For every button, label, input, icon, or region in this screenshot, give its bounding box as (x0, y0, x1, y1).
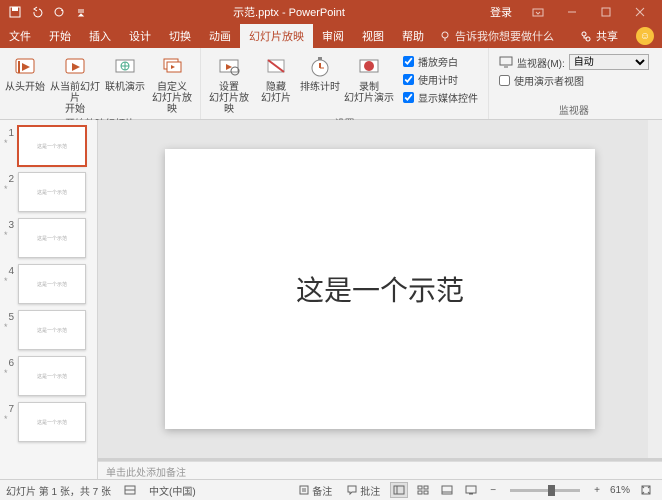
from-beginning-icon (12, 54, 38, 80)
tell-me-search[interactable]: 告诉我你想要做什么 (433, 28, 554, 44)
timing-checkbox[interactable]: 使用计时 (403, 72, 478, 87)
setup-show-label: 设置 幻灯片放映 (205, 82, 253, 115)
notes-icon (298, 484, 310, 496)
from-beginning-label: 从头开始 (5, 82, 45, 93)
rehearse-icon (307, 54, 333, 80)
hide-slide-icon (263, 54, 289, 80)
presenter-view-checkbox[interactable]: 使用演示者视图 (499, 73, 649, 88)
zoom-slider[interactable] (510, 489, 580, 492)
present-online-label: 联机演示 (105, 82, 145, 93)
sorter-view-button[interactable] (414, 482, 432, 498)
redo-icon[interactable] (52, 5, 66, 19)
share-button[interactable]: 共享 (570, 28, 628, 44)
present-online-button[interactable]: 联机演示 (104, 50, 146, 93)
status-bar: 幻灯片 第 1 张，共 7 张 中文(中国) 备注 批注 − + 61% (0, 479, 662, 500)
tell-me-label: 告诉我你想要做什么 (455, 28, 554, 44)
title-bar: 示范.pptx - PowerPoint 登录 (0, 0, 662, 24)
rehearse-button[interactable]: 排练计时 (299, 50, 341, 93)
ribbon-options-icon[interactable] (524, 0, 552, 24)
zoom-level[interactable]: 61% (610, 485, 630, 496)
slide-thumbnails-panel: 1*这是一个示范 2*这是一个示范 3*这是一个示范 4*这是一个示范 5*这是一个示范… (0, 120, 98, 479)
share-icon (580, 30, 592, 42)
zoom-out-button[interactable]: − (486, 485, 500, 496)
hide-slide-button[interactable]: 隐藏 幻灯片 (255, 50, 297, 104)
autosave-icon[interactable] (8, 5, 22, 19)
from-current-label: 从当前幻灯片 开始 (48, 82, 102, 115)
normal-view-button[interactable] (390, 482, 408, 498)
monitor-select[interactable]: 自动 (569, 54, 649, 70)
tab-视图[interactable]: 视图 (353, 24, 393, 48)
tab-设计[interactable]: 设计 (120, 24, 160, 48)
comments-button[interactable]: 批注 (342, 483, 384, 498)
record-label: 录制 幻灯片演示 (344, 82, 394, 104)
from-current-icon (62, 54, 88, 80)
record-icon (356, 54, 382, 80)
record-button[interactable]: 录制 幻灯片演示 (343, 50, 395, 104)
thumbnail-4[interactable]: 4*这是一个示范 (4, 264, 93, 304)
undo-icon[interactable] (30, 5, 44, 19)
window-title: 示范.pptx - PowerPoint (88, 4, 490, 20)
tab-帮助[interactable]: 帮助 (393, 24, 433, 48)
rehearse-label: 排练计时 (300, 82, 340, 93)
slideshow-view-button[interactable] (462, 482, 480, 498)
thumbnail-3[interactable]: 3*这是一个示范 (4, 218, 93, 258)
language-indicator[interactable]: 中文(中国) (149, 483, 196, 498)
thumbnail-1[interactable]: 1*这是一个示范 (4, 126, 93, 166)
tab-开始[interactable]: 开始 (40, 24, 80, 48)
narration-checkbox[interactable]: 播放旁白 (403, 54, 478, 69)
monitor-icon (499, 55, 513, 69)
tab-动画[interactable]: 动画 (200, 24, 240, 48)
fit-window-button[interactable] (636, 484, 656, 496)
custom-show-icon (159, 54, 185, 80)
slide-canvas[interactable]: 这是一个示范 (98, 120, 662, 458)
reading-view-button[interactable] (438, 482, 456, 498)
from-current-button[interactable]: 从当前幻灯片 开始 (48, 50, 102, 115)
slide-counter[interactable]: 幻灯片 第 1 张，共 7 张 (6, 483, 111, 498)
from-beginning-button[interactable]: 从头开始 (4, 50, 46, 93)
notes-button[interactable]: 备注 (294, 483, 336, 498)
monitor-label: 监视器(M): (517, 55, 565, 70)
thumbnail-2[interactable]: 2*这是一个示范 (4, 172, 93, 212)
slide[interactable]: 这是一个示范 (165, 149, 595, 429)
media-checkbox[interactable]: 显示媒体控件 (403, 90, 478, 105)
custom-show-button[interactable]: 自定义 幻灯片放映 (148, 50, 196, 115)
thumbnail-5[interactable]: 5*这是一个示范 (4, 310, 93, 350)
custom-show-label: 自定义 幻灯片放映 (148, 82, 196, 115)
spell-check-icon[interactable] (123, 484, 137, 496)
share-label: 共享 (596, 28, 618, 44)
notes-pane[interactable]: 单击此处添加备注 (98, 461, 662, 479)
login-link[interactable]: 登录 (490, 4, 512, 20)
setup-show-button[interactable]: 设置 幻灯片放映 (205, 50, 253, 115)
tab-审阅[interactable]: 审阅 (313, 24, 353, 48)
tab-幻灯片放映[interactable]: 幻灯片放映 (240, 24, 313, 48)
maximize-icon[interactable] (592, 0, 620, 24)
ribbon: 从头开始 从当前幻灯片 开始 联机演示 自定义 幻灯片放映 开始放映幻灯片 设置… (0, 48, 662, 120)
setup-show-icon (216, 54, 242, 80)
qat-more-icon[interactable] (74, 5, 88, 19)
lightbulb-icon (439, 30, 451, 42)
slide-title-text[interactable]: 这是一个示范 (296, 269, 464, 309)
tab-切换[interactable]: 切换 (160, 24, 200, 48)
minimize-icon[interactable] (558, 0, 586, 24)
vertical-scrollbar[interactable] (648, 120, 662, 458)
hide-slide-label: 隐藏 幻灯片 (261, 82, 291, 104)
menu-bar: 文件开始插入设计切换动画幻灯片放映审阅视图帮助 告诉我你想要做什么 共享 ☺ (0, 24, 662, 48)
present-online-icon (112, 54, 138, 80)
thumbnail-7[interactable]: 7*这是一个示范 (4, 402, 93, 442)
group-monitor-label: 监视器 (493, 102, 655, 119)
tab-插入[interactable]: 插入 (80, 24, 120, 48)
comments-icon (346, 484, 358, 496)
feedback-icon[interactable]: ☺ (636, 27, 654, 45)
zoom-in-button[interactable]: + (590, 485, 604, 496)
thumbnail-6[interactable]: 6*这是一个示范 (4, 356, 93, 396)
tab-文件[interactable]: 文件 (0, 24, 40, 48)
close-icon[interactable] (626, 0, 654, 24)
